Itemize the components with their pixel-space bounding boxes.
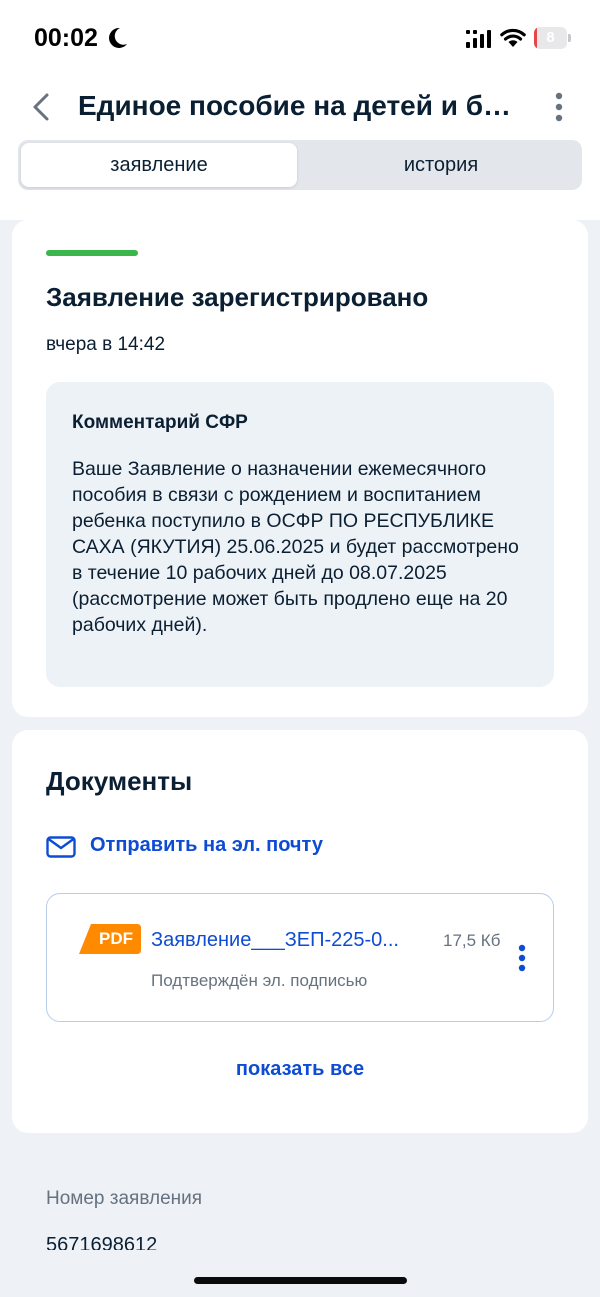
status-bar: 00:02 8 [0, 0, 600, 78]
comment-box: Комментарий СФР Ваше Заявление о назначе… [46, 382, 554, 687]
status-progress-line [46, 250, 138, 256]
file-signature-status: Подтверждён эл. подписью [151, 971, 368, 990]
status-card: Заявление зарегистрировано вчера в 14:42… [12, 220, 588, 717]
comment-text: Ваше Заявление о назначении ежемесячного… [72, 458, 519, 636]
file-name-link[interactable]: Заявление___ЗЕП-225-0... [151, 929, 429, 952]
send-email-link[interactable]: Отправить на эл. почту [90, 834, 323, 857]
tab-switcher: заявление история [18, 140, 582, 190]
status-timestamp: вчера в 14:42 [46, 334, 166, 355]
more-vertical-icon[interactable] [552, 92, 566, 122]
envelope-icon[interactable] [46, 836, 76, 858]
battery-tip [568, 34, 571, 42]
home-indicator[interactable] [194, 1277, 407, 1284]
file-more-icon[interactable] [517, 944, 527, 972]
battery-indicator: 8 [534, 27, 571, 49]
app-header: Единое пособие на детей и бе... заявлени… [0, 78, 600, 220]
pdf-file-icon: PDF [79, 924, 141, 954]
wifi-icon [500, 28, 526, 47]
status-time: 00:02 [34, 24, 98, 52]
moon-icon [109, 27, 127, 48]
battery-icon: 8 [534, 27, 567, 49]
cellular-signal-icon [466, 30, 491, 48]
chevron-left-icon[interactable] [30, 92, 52, 122]
page-title: Единое пособие на детей и бе... [78, 90, 518, 121]
application-number-value: 5671698612 [46, 1234, 158, 1250]
file-size: 17,5 Кб [443, 931, 501, 950]
tab-application[interactable]: заявление [21, 143, 297, 187]
show-all-link[interactable]: показать все [12, 1058, 588, 1081]
documents-card: Документы Отправить на эл. почту PDF Зая… [12, 730, 588, 1133]
pdf-label: PDF [99, 929, 133, 948]
file-item[interactable]: PDF Заявление___ЗЕП-225-0... 17,5 Кб Под… [46, 893, 554, 1022]
tab-history[interactable]: история [303, 143, 579, 187]
comment-title: Комментарий СФР [72, 412, 248, 433]
status-title: Заявление зарегистрировано [46, 282, 429, 312]
application-number-label: Номер заявления [46, 1188, 203, 1209]
documents-title: Документы [46, 766, 193, 796]
battery-level: 8 [546, 29, 555, 46]
